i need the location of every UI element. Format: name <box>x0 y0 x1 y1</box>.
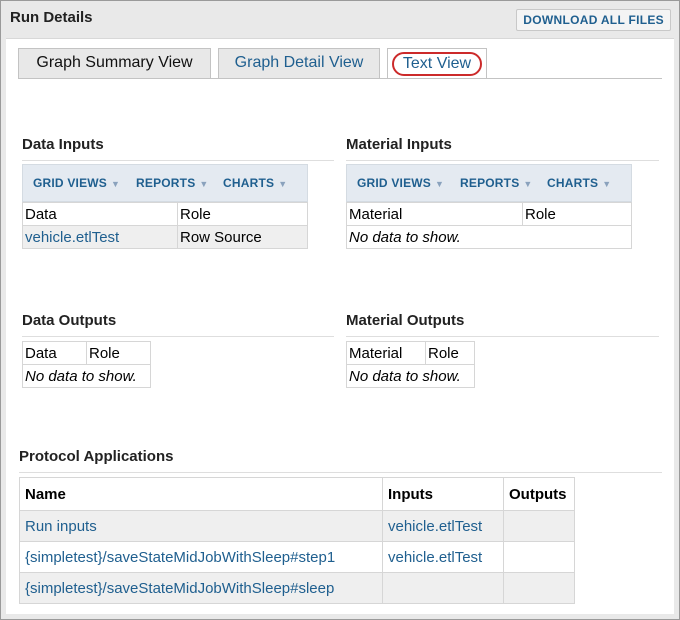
column-header-data: Data <box>22 202 178 226</box>
material-outputs-rule <box>346 336 659 337</box>
data-link[interactable]: vehicle.etlTest <box>22 225 178 249</box>
protocol-name-link[interactable]: {simpletest}/saveStateMidJobWithSleep#sl… <box>19 572 383 604</box>
tab-text-view-label: Text View <box>391 52 483 76</box>
table-header-row: Material Role <box>346 341 475 365</box>
data-outputs-title: Data Outputs <box>22 312 117 329</box>
protocol-output-cell <box>503 510 575 542</box>
no-data-message: No data to show. <box>346 225 632 249</box>
protocol-applications-title: Protocol Applications <box>19 448 174 465</box>
data-inputs-title: Data Inputs <box>22 136 104 153</box>
data-inputs-grid-views-menu[interactable]: GRID VIEWS ▼ <box>33 176 120 190</box>
protocol-output-cell <box>503 541 575 573</box>
material-outputs-title: Material Outputs <box>346 312 465 329</box>
data-inputs-reports-menu[interactable]: REPORTS ▼ <box>136 176 209 190</box>
tab-graph-summary-view[interactable]: Graph Summary View <box>18 48 211 78</box>
table-row: {simpletest}/saveStateMidJobWithSleep#st… <box>19 541 575 573</box>
table-row: No data to show. <box>346 364 475 388</box>
column-header-role: Role <box>522 202 632 226</box>
chevron-down-icon: ▼ <box>111 179 121 189</box>
column-header-inputs: Inputs <box>382 477 504 511</box>
column-header-outputs: Outputs <box>503 477 575 511</box>
panel-title: Run Details <box>10 9 93 26</box>
table-row: {simpletest}/saveStateMidJobWithSleep#sl… <box>19 572 575 604</box>
data-inputs-rule <box>22 160 334 161</box>
column-header-name: Name <box>19 477 383 511</box>
run-details-panel: Run Details DOWNLOAD ALL FILES Graph Sum… <box>0 0 680 620</box>
table-row: No data to show. <box>346 225 632 249</box>
protocol-input-link[interactable]: vehicle.etlTest <box>382 541 504 573</box>
table-header-row: Material Role <box>346 202 632 226</box>
tab-graph-detail-view[interactable]: Graph Detail View <box>218 48 380 78</box>
role-cell: Row Source <box>177 225 308 249</box>
column-header-role: Role <box>86 341 151 365</box>
download-all-files-button[interactable]: DOWNLOAD ALL FILES <box>516 9 671 31</box>
no-data-message: No data to show. <box>346 364 475 388</box>
material-inputs-table: Material Role No data to show. <box>346 202 632 249</box>
no-data-message: No data to show. <box>22 364 151 388</box>
table-header-row: Name Inputs Outputs <box>19 477 575 511</box>
column-header-material: Material <box>346 202 523 226</box>
protocol-name-link[interactable]: Run inputs <box>19 510 383 542</box>
protocol-applications-table: Name Inputs Outputs Run inputs vehicle.e… <box>19 477 575 604</box>
panel-body: Graph Summary View Graph Detail View Tex… <box>6 38 674 614</box>
protocol-output-cell <box>503 572 575 604</box>
column-header-material: Material <box>346 341 426 365</box>
material-inputs-reports-menu[interactable]: REPORTS ▼ <box>460 176 533 190</box>
table-row: Run inputs vehicle.etlTest <box>19 510 575 542</box>
column-header-role: Role <box>425 341 475 365</box>
protocol-applications-rule <box>19 472 662 473</box>
data-inputs-charts-menu[interactable]: CHARTS ▼ <box>223 176 287 190</box>
table-header-row: Data Role <box>22 202 308 226</box>
charts-label: CHARTS <box>223 176 275 190</box>
data-outputs-table: Data Role No data to show. <box>22 341 151 388</box>
protocol-input-link[interactable]: vehicle.etlTest <box>382 510 504 542</box>
material-inputs-charts-menu[interactable]: CHARTS ▼ <box>547 176 611 190</box>
column-header-role: Role <box>177 202 308 226</box>
chevron-down-icon: ▼ <box>435 179 445 189</box>
charts-label: CHARTS <box>547 176 599 190</box>
table-header-row: Data Role <box>22 341 151 365</box>
chevron-down-icon: ▼ <box>278 179 288 189</box>
data-outputs-rule <box>22 336 334 337</box>
table-row: vehicle.etlTest Row Source <box>22 225 308 249</box>
chevron-down-icon: ▼ <box>523 179 533 189</box>
chevron-down-icon: ▼ <box>602 179 612 189</box>
reports-label: REPORTS <box>136 176 196 190</box>
data-inputs-grid-bar: GRID VIEWS ▼ REPORTS ▼ CHARTS ▼ <box>22 164 308 202</box>
data-inputs-table: Data Role vehicle.etlTest Row Source <box>22 202 308 249</box>
tab-text-view[interactable]: Text View <box>387 48 487 79</box>
material-inputs-grid-bar: GRID VIEWS ▼ REPORTS ▼ CHARTS ▼ <box>346 164 632 202</box>
protocol-name-link[interactable]: {simpletest}/saveStateMidJobWithSleep#st… <box>19 541 383 573</box>
tab-strip-divider <box>18 78 662 79</box>
material-inputs-grid-views-menu[interactable]: GRID VIEWS ▼ <box>357 176 444 190</box>
grid-views-label: GRID VIEWS <box>33 176 108 190</box>
protocol-input-cell <box>382 572 504 604</box>
grid-views-label: GRID VIEWS <box>357 176 432 190</box>
column-header-data: Data <box>22 341 87 365</box>
chevron-down-icon: ▼ <box>199 179 209 189</box>
material-outputs-table: Material Role No data to show. <box>346 341 475 388</box>
table-row: No data to show. <box>22 364 151 388</box>
material-inputs-rule <box>346 160 659 161</box>
material-inputs-title: Material Inputs <box>346 136 452 153</box>
reports-label: REPORTS <box>460 176 520 190</box>
